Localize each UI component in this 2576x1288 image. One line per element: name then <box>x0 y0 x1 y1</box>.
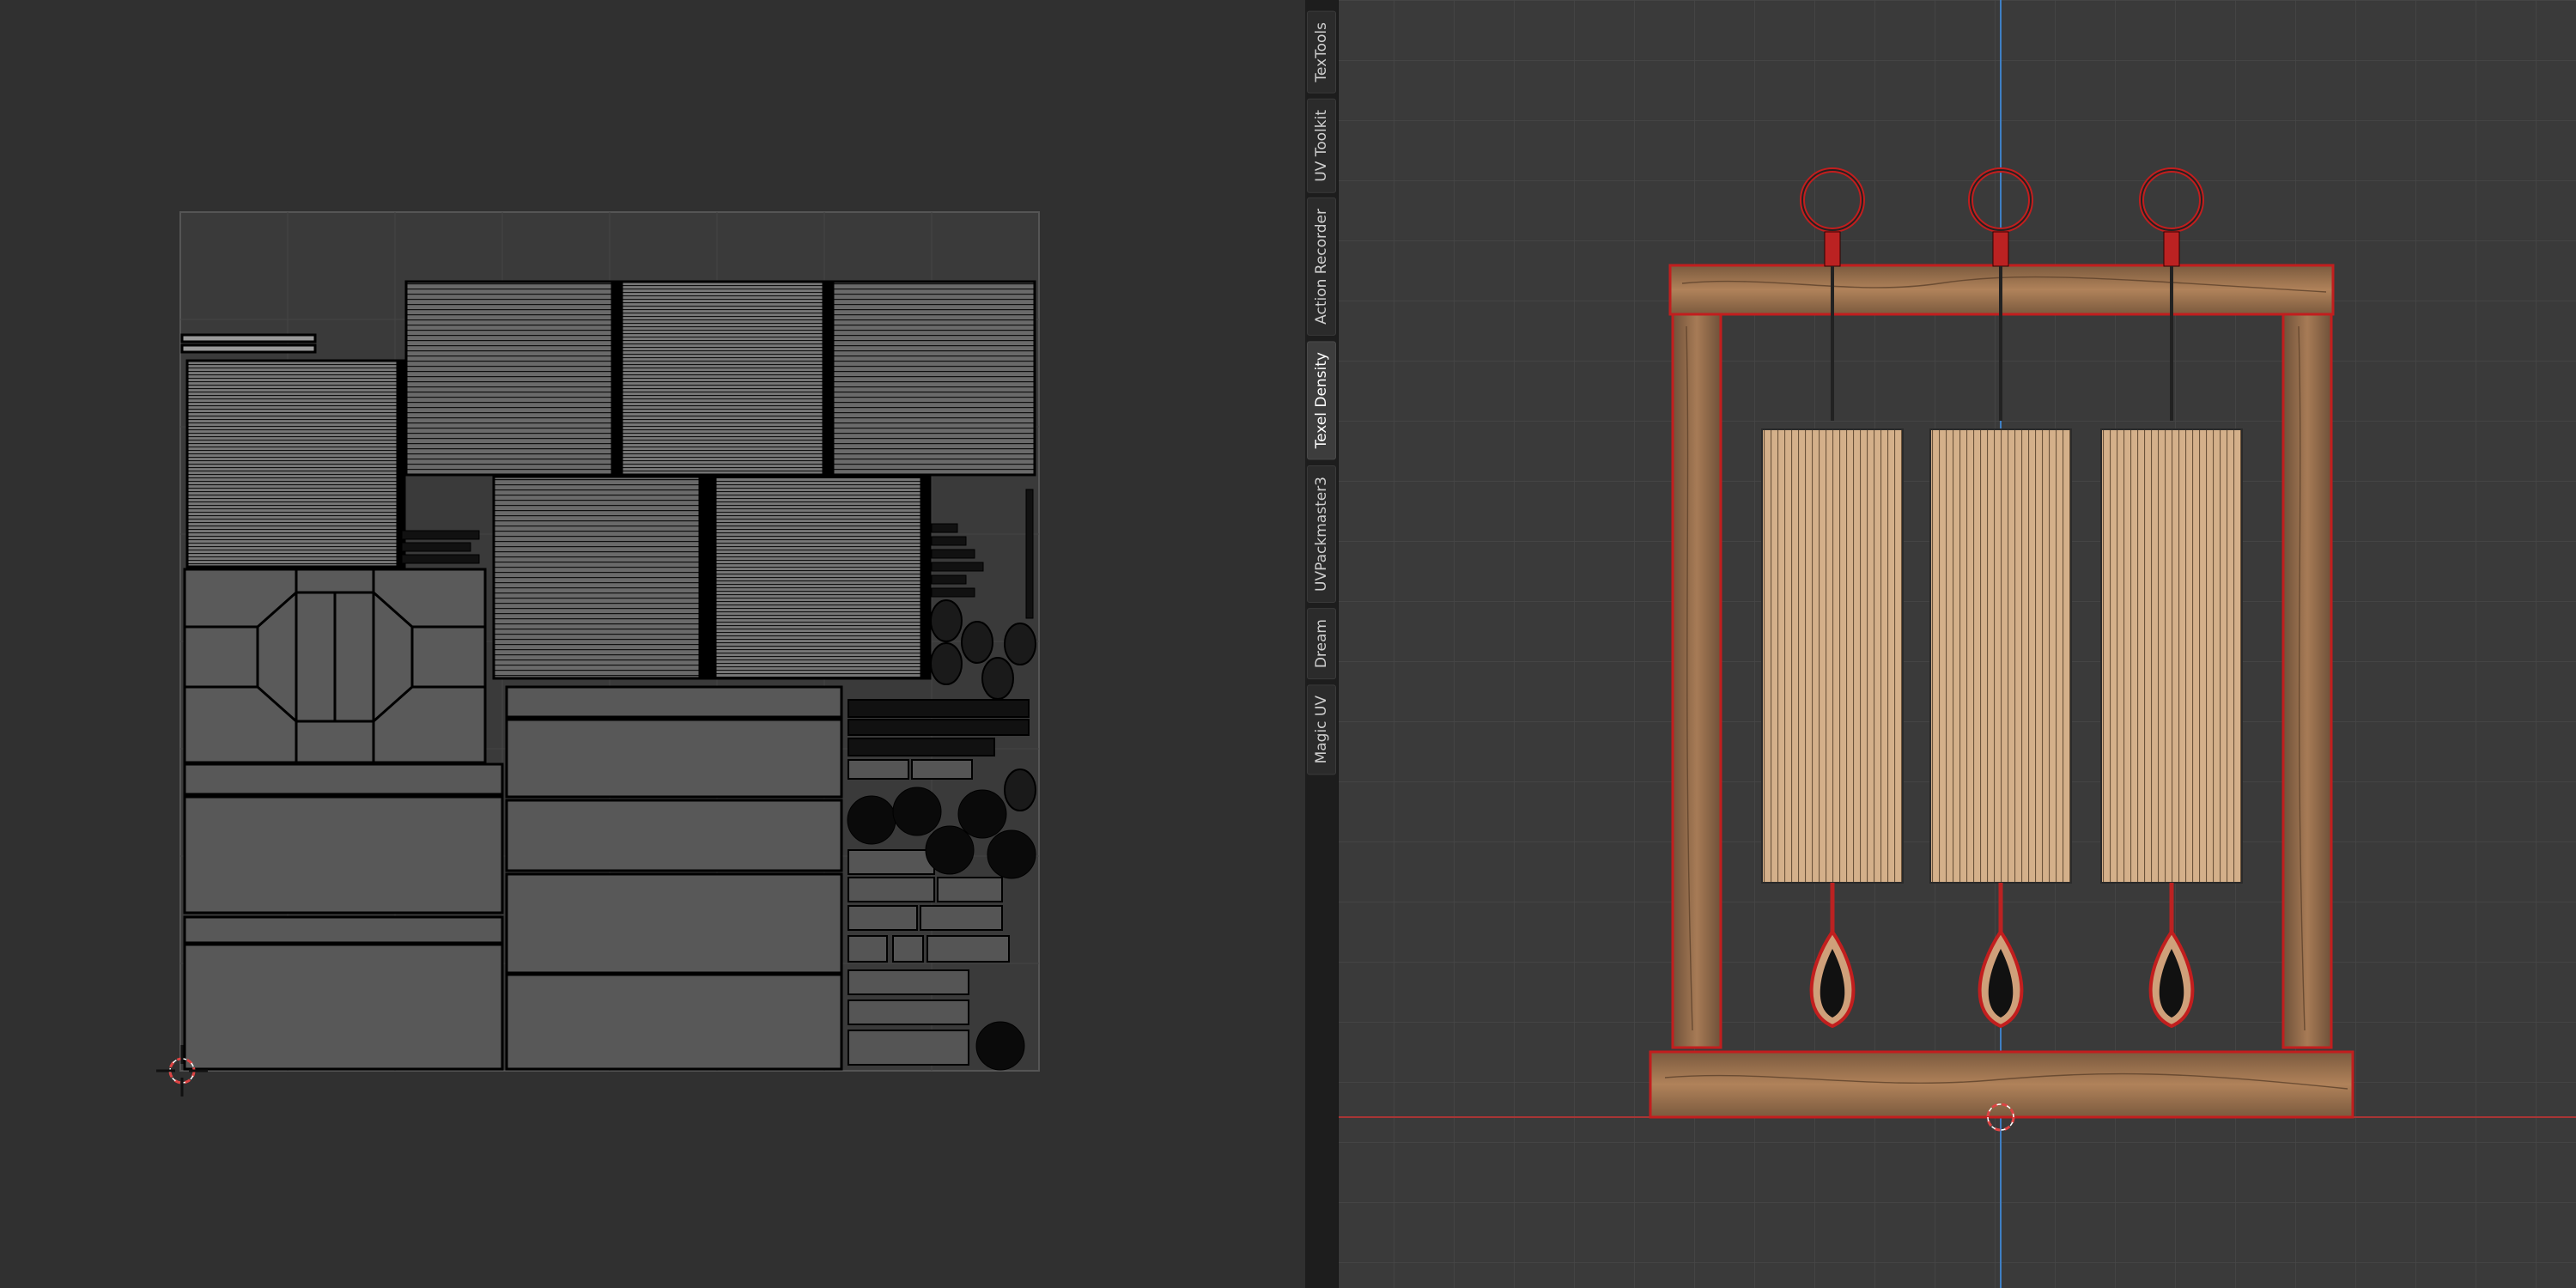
uv-islands-tubes-top <box>404 280 1036 477</box>
tab-textools[interactable]: TexTools <box>1307 11 1336 94</box>
3d-viewport[interactable] <box>1339 0 2576 1288</box>
uv-island-frame-top <box>183 568 487 764</box>
uv-island-left-stripes <box>180 333 406 568</box>
frame-base <box>1649 1050 2354 1119</box>
tab-magic-uv[interactable]: Magic UV <box>1307 683 1336 775</box>
viewport-canvas[interactable] <box>1339 0 2576 1288</box>
uv-islands-tubes-mid <box>492 475 932 680</box>
frame-right-post <box>2281 313 2333 1049</box>
frame-left-post <box>1671 313 1722 1049</box>
uv-editor[interactable] <box>0 0 1305 1288</box>
sidebar-tab-strip: TexTools UV Toolkit Action Recorder Texe… <box>1305 0 1339 1288</box>
uv-canvas[interactable] <box>0 0 1305 1288</box>
sidebar-tab-list: TexTools UV Toolkit Action Recorder Texe… <box>1305 0 1338 777</box>
uv-small-islands-a <box>401 530 480 564</box>
tab-action-recorder[interactable]: Action Recorder <box>1307 197 1336 337</box>
tab-uvpackmaster3[interactable]: UVPackmaster3 <box>1307 465 1336 603</box>
tab-uv-toolkit[interactable]: UV Toolkit <box>1307 98 1336 193</box>
tab-texel-density[interactable]: Texel Density <box>1307 341 1336 460</box>
tab-dream[interactable]: Dream <box>1307 607 1336 679</box>
